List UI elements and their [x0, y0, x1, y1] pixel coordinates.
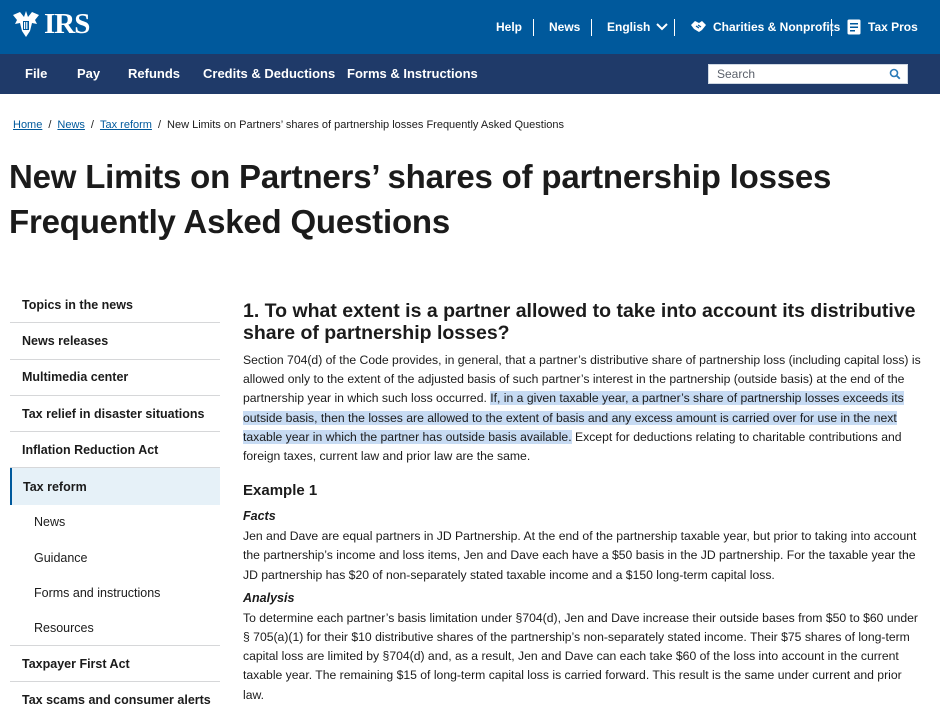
sidebar-item-news-releases[interactable]: News releases [10, 323, 220, 360]
sidebar-nav: Topics in the news News releases Multime… [10, 287, 220, 715]
eagle-icon [13, 11, 39, 37]
divider [831, 19, 832, 36]
handshake-icon [691, 21, 706, 32]
sidebar-item-tax-reform[interactable]: Tax reform [10, 468, 220, 505]
briefcase-icon [847, 19, 861, 35]
sidebar-item-taxpayer-first-act[interactable]: Taxpayer First Act [10, 646, 220, 683]
nav-refunds[interactable]: Refunds [128, 66, 180, 81]
faq-question: 1. To what extent is a partner allowed t… [243, 300, 916, 344]
tax-pros-link[interactable]: Tax Pros [847, 19, 918, 35]
divider [591, 19, 592, 36]
breadcrumb-current: New Limits on Partners’ shares of partne… [167, 119, 565, 131]
divider [533, 19, 534, 36]
breadcrumb-separator: / [48, 119, 52, 131]
sidebar-subitem-news[interactable]: News [10, 505, 220, 540]
charities-label: Charities & Nonprofits [713, 19, 841, 34]
breadcrumb: Home / News / Tax reform / New Limits on Partn… [13, 119, 564, 131]
news-link[interactable]: News [549, 20, 580, 34]
analysis-text: To determine each partner’s basis limita… [243, 610, 918, 702]
language-selector[interactable]: English [607, 20, 669, 34]
faq-answer: Section 704(d) of the Code provides, in … [243, 351, 923, 466]
search-icon[interactable] [889, 68, 901, 80]
example-heading: Example 1 [243, 482, 318, 500]
divider [674, 19, 675, 36]
help-link[interactable]: Help [496, 20, 522, 34]
top-header: IRS Help News English Charities & Nonpro… [0, 0, 940, 54]
sidebar-item-tax-relief[interactable]: Tax relief in disaster situations [10, 396, 220, 433]
chevron-down-icon [656, 23, 669, 31]
breadcrumb-home[interactable]: Home [13, 119, 42, 131]
sidebar-subitem-resources[interactable]: Resources [10, 611, 220, 646]
search-input[interactable] [717, 65, 889, 83]
nav-forms-instructions[interactable]: Forms & Instructions [347, 66, 478, 81]
sidebar-item-topics-in-the-news[interactable]: Topics in the news [10, 287, 220, 324]
sidebar-subitem-forms-and-instructions[interactable]: Forms and instructions [10, 575, 220, 610]
language-label: English [607, 20, 651, 34]
main-content: 1. To what extent is a partner allowed t… [243, 300, 923, 705]
breadcrumb-tax-reform[interactable]: Tax reform [100, 119, 152, 131]
sidebar-item-tax-scams[interactable]: Tax scams and consumer alerts [10, 682, 220, 715]
nav-file[interactable]: File [25, 66, 47, 81]
sidebar-item-multimedia-center[interactable]: Multimedia center [10, 360, 220, 396]
charities-link[interactable]: Charities & Nonprofits [690, 19, 840, 34]
sidebar-item-inflation-reduction-act[interactable]: Inflation Reduction Act [10, 432, 220, 469]
breadcrumb-separator: / [157, 119, 162, 131]
facts-text: Jen and Dave are equal partners in JD Pa… [243, 529, 917, 582]
page-title: New Limits on Partners’ shares of partne… [9, 158, 832, 240]
nav-pay[interactable]: Pay [77, 66, 100, 81]
search-box [708, 64, 908, 84]
irs-logo[interactable]: IRS [10, 8, 90, 40]
analysis-label: Analysis [243, 590, 295, 605]
logo-text: IRS [44, 8, 90, 40]
sidebar-subitem-guidance[interactable]: Guidance [10, 540, 220, 575]
breadcrumb-news[interactable]: News [57, 119, 85, 131]
nav-credits-deductions[interactable]: Credits & Deductions [203, 66, 335, 81]
facts-label: Facts [243, 509, 276, 524]
tax-pros-label: Tax Pros [868, 20, 918, 34]
breadcrumb-separator: / [90, 119, 94, 131]
